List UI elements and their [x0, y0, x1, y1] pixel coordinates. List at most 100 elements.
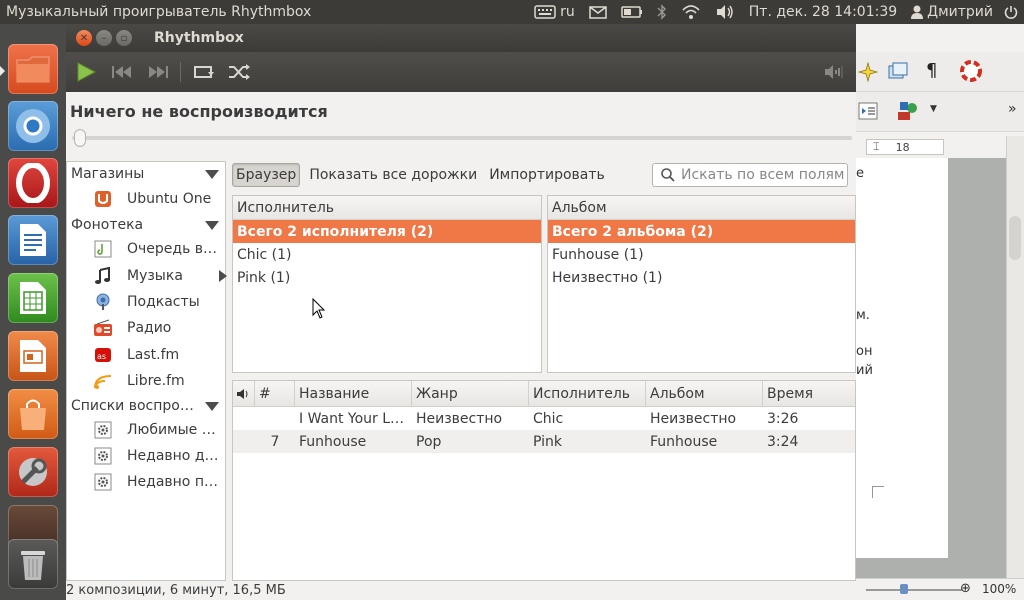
window-titlebar[interactable]: ✕ – ▫ Rhythmbox — [66, 24, 856, 52]
play-button[interactable] — [68, 54, 104, 90]
launcher-chromium[interactable] — [8, 101, 58, 151]
styles-dropdown-arrow-icon[interactable]: ▼ — [930, 104, 937, 114]
seek-slider[interactable] — [72, 129, 852, 147]
seek-slider-knob[interactable] — [74, 129, 86, 147]
bluetooth-indicator[interactable] — [650, 0, 674, 24]
artist-browser-pane: Исполнитель Всего 2 исполнителя (2) Chic… — [232, 195, 542, 373]
help-lifebuoy-icon[interactable] — [960, 60, 982, 82]
librefm-icon — [93, 371, 113, 391]
launcher-trash[interactable] — [8, 539, 58, 589]
column-header-title[interactable]: Название — [295, 381, 412, 406]
column-header-time[interactable]: Время — [763, 381, 855, 406]
sidebar-item-music[interactable]: Музыка — [93, 264, 227, 288]
show-all-tracks-button[interactable]: Показать все дорожки — [306, 163, 480, 187]
track-time: 3:24 — [767, 433, 799, 450]
collapse-triangle-icon[interactable] — [205, 170, 219, 179]
doc-text-fragment: ий — [856, 363, 873, 378]
sidebar-item-podcasts[interactable]: Подкасты — [93, 290, 223, 314]
minimize-button[interactable]: – — [96, 30, 112, 46]
next-button[interactable] — [140, 54, 176, 90]
launcher-files[interactable] — [8, 44, 58, 94]
sidebar-category-stores[interactable]: Магазины — [71, 164, 221, 184]
track-artist: Chic — [533, 410, 564, 427]
sidebar-item-librefm[interactable]: Libre.fm — [93, 369, 223, 393]
gallery-icon[interactable] — [888, 62, 908, 80]
launcher-calc[interactable] — [8, 273, 58, 323]
zoom-slider[interactable] — [866, 589, 962, 591]
browser-toggle-button[interactable]: Браузер — [232, 163, 301, 187]
table-row[interactable]: I Want Your L… Неизвестно Chic Неизвестн… — [233, 407, 855, 430]
sound-indicator[interactable] — [708, 0, 742, 24]
search-input[interactable]: Искать по всем полям — [652, 163, 848, 187]
sidebar-item-ubuntu-one[interactable]: Ubuntu One — [93, 187, 223, 211]
column-header-artist[interactable]: Исполнитель — [529, 381, 646, 406]
column-header-genre[interactable]: Жанр — [412, 381, 529, 406]
battery-indicator[interactable] — [614, 0, 650, 24]
user-menu[interactable]: Дмитрий — [904, 0, 1000, 24]
formatting-marks-icon[interactable]: ¶ — [926, 60, 937, 81]
artist-row[interactable]: Chic (1) — [233, 243, 541, 266]
sidebar-item-playlist-recently-played[interactable]: Недавно п… — [93, 470, 223, 494]
sidebar-item-label: Last.fm — [127, 347, 180, 363]
user-name: Дмитрий — [927, 4, 993, 20]
collapse-triangle-icon[interactable] — [205, 221, 219, 230]
launcher-writer[interactable] — [8, 215, 58, 265]
sidebar-item-radio[interactable]: Радио — [93, 316, 223, 340]
top-panel: Музыкальный проигрыватель Rhythmbox ru П… — [0, 0, 1024, 24]
indent-icon[interactable] — [858, 102, 878, 120]
wifi-icon — [682, 5, 700, 19]
keyboard-layout-label: ru — [560, 4, 575, 20]
toolbar-separator — [180, 62, 181, 82]
styles-icon[interactable] — [896, 100, 920, 122]
keyboard-indicator[interactable]: ru — [527, 0, 582, 24]
playlist-gear-icon — [93, 446, 113, 466]
session-indicator[interactable] — [1000, 0, 1024, 24]
artist-column-header[interactable]: Исполнитель — [233, 196, 541, 220]
table-row[interactable]: 7 Funhouse Pop Pink Funhouse 3:24 — [233, 430, 855, 453]
zoom-slider-knob[interactable] — [900, 584, 908, 594]
maximize-button[interactable]: ▫ — [116, 30, 132, 46]
power-icon — [1004, 6, 1018, 19]
column-header-number[interactable]: # — [255, 381, 295, 406]
launcher-impress[interactable] — [8, 331, 58, 381]
zoom-in-icon[interactable]: ⊕ — [960, 581, 971, 596]
artist-row[interactable]: Всего 2 исполнителя (2) — [233, 220, 541, 243]
toolbar-overflow-icon[interactable]: » — [1008, 101, 1017, 117]
album-row[interactable]: Funhouse (1) — [548, 243, 855, 266]
rhythmbox-window: ✕ – ▫ Rhythmbox Ничего не воспроизводитс… — [66, 24, 856, 600]
speaker-icon — [237, 388, 248, 399]
background-writer-window: ¶ ▼ » ⌶ 18 е м. он ий ⊕ 100% — [856, 24, 1024, 600]
scrollbar-thumb[interactable] — [1009, 216, 1021, 260]
expand-arrow-icon[interactable] — [219, 270, 227, 282]
sidebar-item-playlist-favorites[interactable]: Любимые … — [93, 418, 223, 442]
shuffle-button[interactable] — [221, 54, 257, 90]
launcher-system-settings[interactable] — [8, 447, 58, 497]
track-list: # Название Жанр Исполнитель Альбом Время… — [232, 380, 856, 581]
mail-indicator[interactable] — [582, 0, 614, 24]
sidebar-category-playlists[interactable]: Списки воспро… — [71, 396, 221, 416]
impress-presentation-icon — [20, 340, 46, 372]
repeat-button[interactable] — [185, 54, 221, 90]
volume-button[interactable] — [816, 54, 852, 90]
clock[interactable]: Пт. дек. 28 14:01:39 — [742, 0, 904, 24]
vertical-scrollbar[interactable] — [1006, 136, 1024, 578]
now-playing-column-header[interactable] — [233, 381, 255, 406]
album-column-header[interactable]: Альбом — [548, 196, 855, 220]
launcher-software-center[interactable] — [8, 389, 58, 439]
sidebar-category-library[interactable]: Фонотека — [71, 215, 221, 235]
album-row[interactable]: Всего 2 альбома (2) — [548, 220, 855, 243]
previous-button[interactable] — [104, 54, 140, 90]
album-row[interactable]: Неизвестно (1) — [548, 266, 855, 289]
import-button[interactable]: Импортировать — [486, 163, 608, 187]
sidebar-item-playlist-recently-added[interactable]: Недавно д… — [93, 444, 223, 468]
navigator-star-icon[interactable] — [858, 62, 878, 82]
sidebar-item-play-queue[interactable]: Очередь в… — [93, 237, 223, 261]
sidebar-item-lastfm[interactable]: as Last.fm — [93, 343, 223, 367]
artist-row[interactable]: Pink (1) — [233, 266, 541, 289]
launcher-opera[interactable] — [8, 158, 58, 208]
column-header-album[interactable]: Альбом — [646, 381, 763, 406]
mouse-pointer-icon — [312, 297, 326, 324]
close-button[interactable]: ✕ — [76, 30, 92, 46]
collapse-triangle-icon[interactable] — [205, 402, 219, 411]
network-indicator[interactable] — [674, 0, 708, 24]
